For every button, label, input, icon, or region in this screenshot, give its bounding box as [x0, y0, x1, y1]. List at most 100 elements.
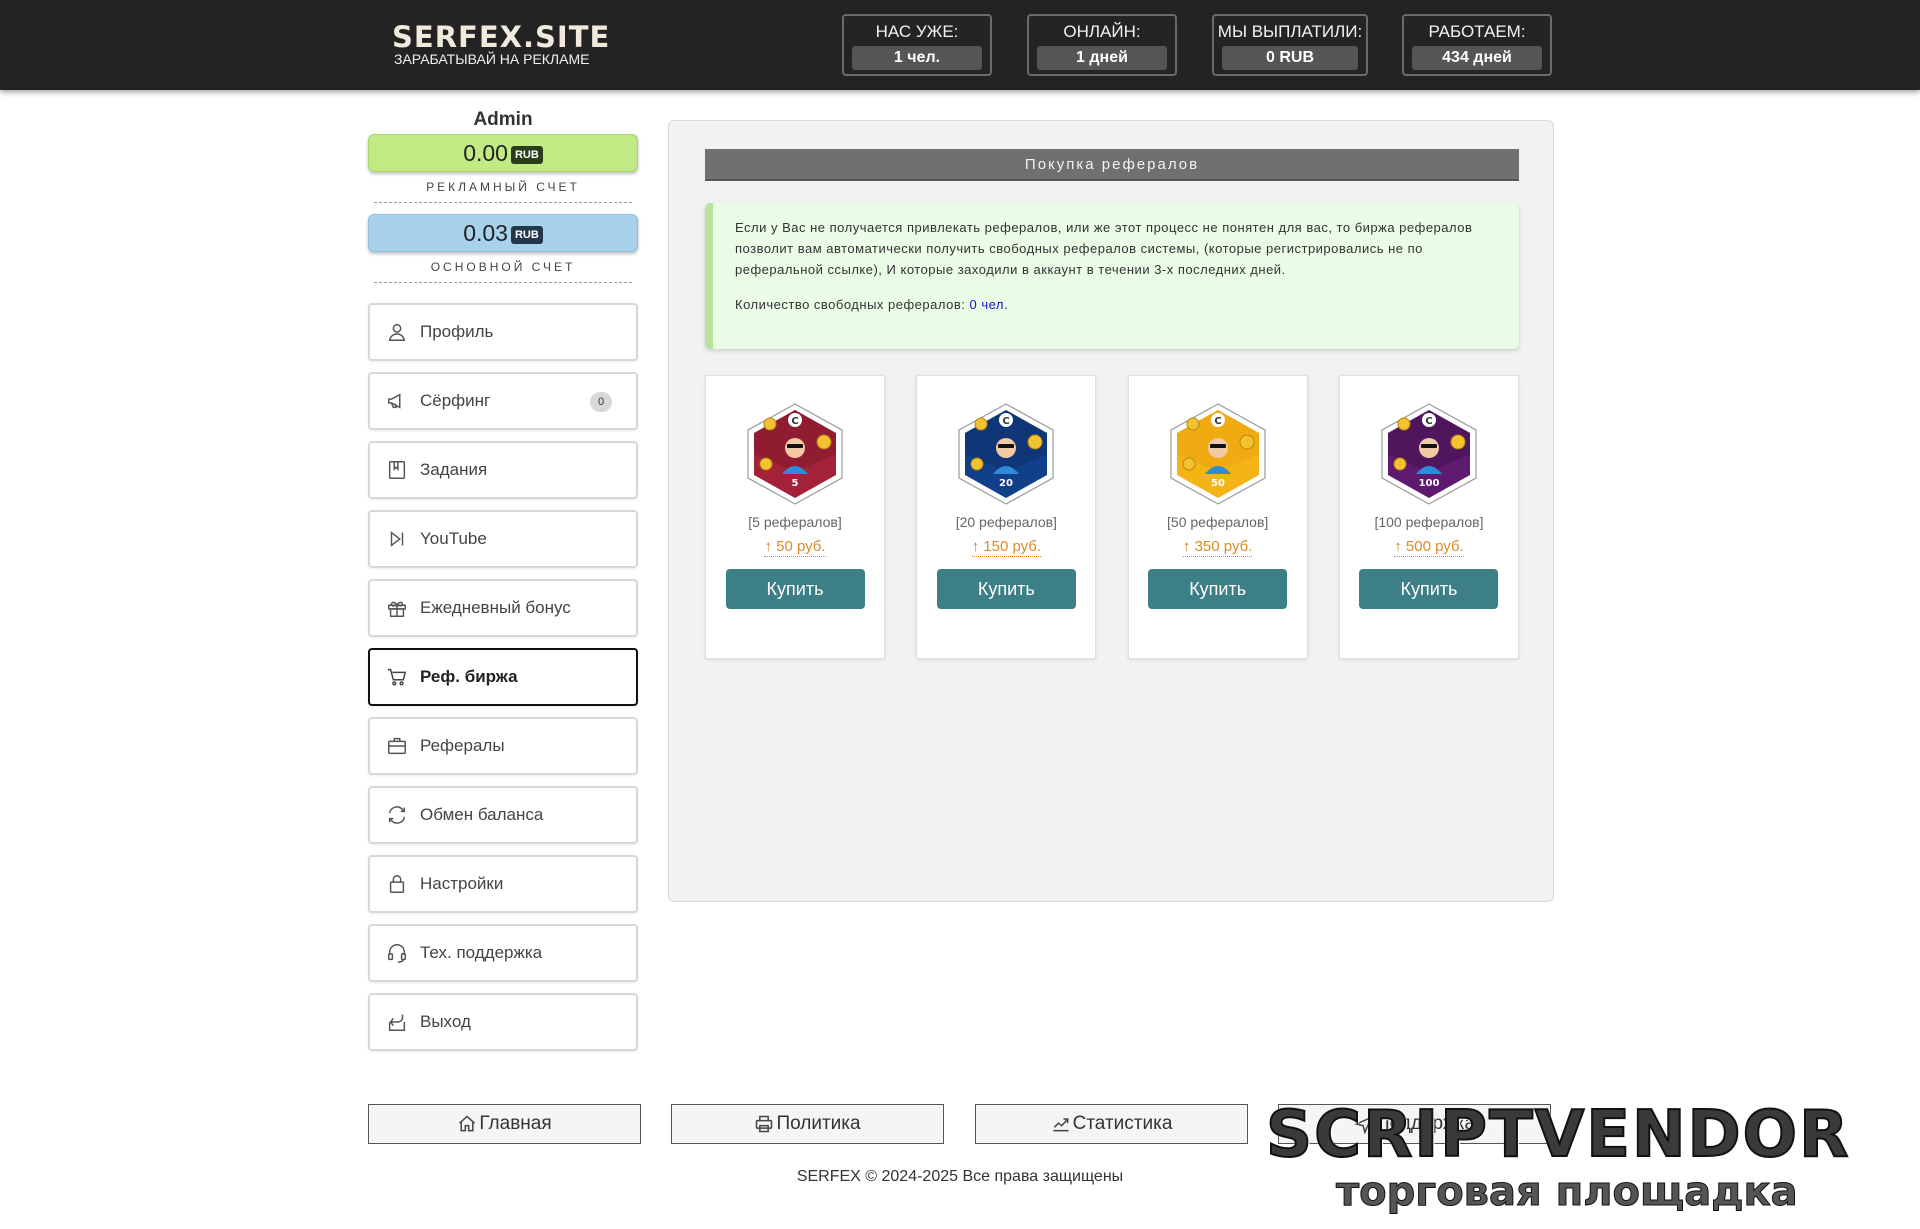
sidebar-item-settings[interactable]: Настройки [368, 855, 638, 913]
package-referrals: [100 рефералов] [1374, 514, 1484, 530]
package-price-value: 150 руб. [983, 538, 1042, 555]
watermark-subtitle: торговая площадка [1336, 1169, 1799, 1215]
svg-text:C: C [1425, 416, 1432, 427]
package-list: C 5 [5 рефералов] ↑ 50 руб. Купить C 20 … [705, 375, 1519, 659]
package-badge-image: C 20 [958, 403, 1054, 505]
page-title: Покупка рефералов [705, 149, 1519, 181]
stat-value: 1 дней [1037, 46, 1167, 70]
sidebar-item-label: Тех. поддержка [420, 943, 543, 962]
sidebar-item-label: Настройки [420, 874, 504, 893]
buy-button[interactable]: Купить [725, 569, 865, 609]
sidebar-item-referrals[interactable]: Рефералы [368, 717, 638, 775]
footer-nav-label: Политика [776, 1113, 861, 1134]
lock-icon [389, 875, 405, 893]
free-referrals-label: Количество свободных рефералов: [735, 297, 966, 312]
top-bar: SERFEX.SITE ЗАРАБАТЫВАЙ НА РЕКЛАМЕ НАС У… [0, 0, 1920, 90]
stat-label: ОНЛАЙН: [1063, 22, 1141, 41]
arrow-up-icon: ↑ [1182, 538, 1191, 555]
sidebar-item-balance-exchange[interactable]: Обмен баланса [368, 786, 638, 844]
package-badge-image: C 50 [1170, 403, 1266, 505]
gift-icon [388, 601, 406, 617]
sidebar-item-label: Реф. биржа [420, 667, 518, 686]
sidebar-item-label: Сёрфинг [420, 391, 491, 410]
package-card: C 100 [100 рефералов] ↑ 500 руб. Купить [1338, 375, 1519, 659]
logo-subtitle: ЗАРАБАТЫВАЙ НА РЕКЛАМЕ [394, 51, 590, 67]
home-icon [459, 1115, 476, 1132]
site-logo[interactable]: SERFEX.SITE ЗАРАБАТЫВАЙ НА РЕКЛАМЕ [392, 22, 610, 66]
package-price: ↑ 150 руб. [971, 538, 1042, 557]
stat-value: 434 дней [1412, 46, 1542, 70]
package-price-value: 350 руб. [1194, 538, 1253, 555]
package-price-value: 50 руб. [776, 538, 826, 555]
sidebar-item-surfing[interactable]: Сёрфинг 0 [368, 372, 638, 430]
package-badge-image: C 100 [1381, 403, 1477, 505]
main-balance-amount: 0.03 [463, 220, 508, 246]
info-box: Если у Вас не получается привлекать рефе… [705, 203, 1519, 349]
footer-home-button[interactable]: Главная [368, 1104, 641, 1144]
logout-icon [388, 1014, 406, 1031]
arrow-up-icon: ↑ [1394, 538, 1402, 555]
sidebar-item-youtube[interactable]: YouTube [368, 510, 638, 568]
stat-online: ОНЛАЙН: 1 дней [1027, 14, 1177, 76]
stat-label: НАС УЖЕ: [875, 22, 959, 41]
info-text: Если у Вас не получается привлекать рефе… [735, 220, 1473, 277]
main-balance[interactable]: 0.03 RUB [368, 214, 638, 252]
sidebar-item-support[interactable]: Тех. поддержка [368, 924, 638, 982]
package-badge-number: 20 [999, 478, 1013, 489]
stat-label: МЫ ВЫПЛАТИЛИ: [1217, 22, 1363, 41]
exchange-icon [388, 806, 406, 824]
free-referrals-value: 0 чел. [969, 297, 1009, 312]
package-price: ↑ 350 руб. [1182, 538, 1253, 557]
logo-title: SERFEX.SITE [392, 20, 611, 54]
package-price: ↑ 500 руб. [1394, 538, 1464, 557]
print-icon [756, 1115, 773, 1133]
cart-icon [387, 668, 407, 686]
footer-policy-button[interactable]: Политика [671, 1104, 944, 1144]
sidebar-item-label: Рефералы [420, 736, 505, 755]
stat-value: 1 чел. [852, 46, 982, 70]
package-referrals: [20 рефералов] [955, 514, 1057, 530]
chart-icon [1053, 1118, 1069, 1132]
ad-balance-label: РЕКЛАМНЫЙ СЧЕТ [374, 180, 632, 203]
svg-text:C: C [791, 416, 798, 427]
briefcase-icon [388, 737, 406, 755]
sidebar: Admin 0.00 RUB РЕКЛАМНЫЙ СЧЕТ 0.03 RUB ОСН… [368, 108, 638, 1062]
footer-stats-button[interactable]: Статистика [975, 1104, 1248, 1144]
user-icon [388, 323, 406, 341]
package-card: C 20 [20 рефералов] ↑ 150 руб. Купить [916, 375, 1097, 659]
ad-balance[interactable]: 0.00 RUB [368, 134, 638, 172]
count-badge: 0 [590, 392, 612, 412]
megaphone-icon [388, 393, 401, 409]
sidebar-item-logout[interactable]: Выход [368, 993, 638, 1051]
package-card: C 50 [50 рефералов] ↑ 350 руб. Купить [1127, 375, 1308, 659]
arrow-up-icon: ↑ [764, 538, 772, 555]
package-badge-number: 50 [1211, 478, 1225, 489]
watermark: SCRIPTVENDOR торговая площадка [1265, 1099, 1906, 1215]
sidebar-item-label: YouTube [420, 529, 487, 548]
sidebar-item-ref-exchange[interactable]: Реф. биржа [368, 648, 638, 706]
sidebar-item-tasks[interactable]: Задания [368, 441, 638, 499]
headset-icon [388, 944, 406, 963]
sidebar-item-daily-bonus[interactable]: Ежедневный бонус [368, 579, 638, 637]
stat-paid: МЫ ВЫПЛАТИЛИ: 0 RUB [1212, 14, 1368, 76]
package-price-value: 500 руб. [1405, 538, 1464, 555]
main-panel: Покупка рефералов Если у Вас не получает… [668, 120, 1554, 902]
buy-button[interactable]: Купить [1359, 569, 1499, 609]
sidebar-item-label: Задания [420, 460, 488, 479]
package-referrals: [50 рефералов] [1167, 514, 1269, 530]
username: Admin [473, 109, 533, 130]
package-referrals: [5 рефералов] [748, 514, 842, 530]
package-price: ↑ 50 руб. [764, 538, 826, 557]
sidebar-menu: Профиль Сёрфинг 0 Задания YouTube Ежедне… [368, 303, 638, 1051]
buy-button[interactable]: Купить [1148, 569, 1288, 609]
buy-button[interactable]: Купить [936, 569, 1076, 609]
sidebar-item-profile[interactable]: Профиль [368, 303, 638, 361]
stat-label: РАБОТАЕМ: [1428, 22, 1526, 41]
free-referrals-line: Количество свободных рефералов: 0 чел. [735, 294, 1495, 315]
stat-working: РАБОТАЕМ: 434 дней [1402, 14, 1552, 76]
ad-balance-amount: 0.00 [463, 140, 508, 166]
stat-value: 0 RUB [1222, 46, 1358, 70]
footer-nav-label: Статистика [1072, 1113, 1173, 1134]
sidebar-item-label: Обмен баланса [420, 805, 544, 824]
package-card: C 5 [5 рефералов] ↑ 50 руб. Купить [705, 375, 885, 659]
